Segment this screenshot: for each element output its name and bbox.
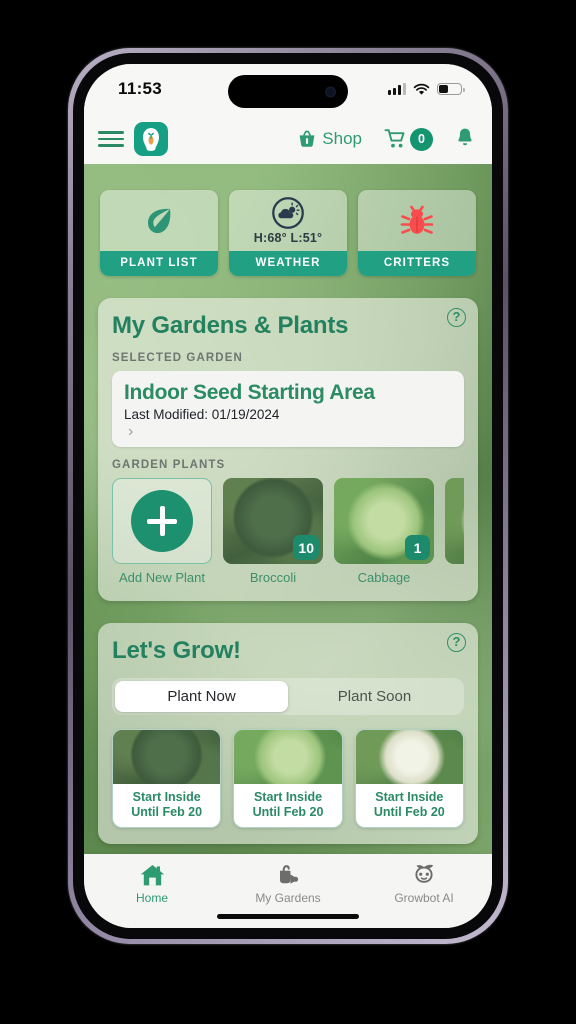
shopping-cart-icon — [384, 129, 405, 148]
chevron-right-icon: › — [128, 423, 134, 440]
robot-icon — [415, 864, 434, 883]
quick-action-weather[interactable]: H:68° L:51° WEATHER — [229, 190, 347, 276]
grow-card-line2: Until Feb 20 — [131, 805, 203, 819]
gardens-help-icon[interactable]: ? — [447, 308, 466, 327]
tab-growbot-label: Growbot AI — [394, 891, 454, 905]
hamburger-menu-icon[interactable] — [98, 131, 124, 147]
home-icon — [140, 865, 164, 886]
lets-grow-panel: ? Let's Grow! Plant Now Plant Soon Start… — [98, 623, 478, 844]
plant-timing-segmented-control[interactable]: Plant Now Plant Soon — [112, 678, 464, 715]
cart-count-badge: 0 — [410, 127, 433, 151]
status-indicators — [388, 82, 465, 96]
seedling-logo-icon[interactable] — [134, 122, 168, 156]
tab-home-label: Home — [135, 891, 168, 905]
plant-list-icon-area — [100, 190, 218, 251]
tab-home[interactable]: Home — [84, 863, 220, 905]
weather-temp-value: H:68° L:51° — [253, 231, 323, 245]
plant-count-badge: 10 — [293, 535, 319, 560]
plant-thumb-broccoli: 10 — [223, 478, 323, 564]
tab-plant-now[interactable]: Plant Now — [115, 681, 288, 712]
add-new-plant-item[interactable]: Add New Plant — [112, 478, 212, 585]
screenshot-stage: 11:53 Shop 0 PLANT LIST H:68° L:51° WEAT… — [0, 0, 576, 1024]
home-content: PLANT LIST H:68° L:51° WEATHER CRITTERS … — [84, 164, 492, 928]
quick-action-plant-list[interactable]: PLANT LIST — [100, 190, 218, 276]
grow-card-cabbage[interactable]: Start Inside Until Feb 20 — [233, 729, 343, 828]
quick-action-critters[interactable]: CRITTERS — [358, 190, 476, 276]
grow-card-image — [113, 730, 221, 784]
add-plant-label: Add New Plant — [119, 570, 205, 585]
critters-icon-area — [358, 190, 476, 251]
garden-last-modified: Last Modified: 01/19/2024 — [124, 407, 280, 422]
plant-count-badge: 1 — [405, 535, 430, 560]
my-gardens-panel: ? My Gardens & Plants SELECTED GARDEN In… — [98, 298, 478, 601]
garden-name: Indoor Seed Starting Area — [124, 381, 375, 404]
critters-label: CRITTERS — [358, 251, 476, 276]
lets-grow-help-icon[interactable]: ? — [447, 633, 466, 652]
grow-card-image — [234, 730, 342, 784]
bell-icon[interactable] — [456, 127, 474, 152]
grow-card-cauliflower[interactable]: Start Inside Until Feb 20 — [354, 729, 464, 828]
grow-card-broccoli[interactable]: Start Inside Until Feb 20 — [112, 729, 222, 828]
plant-item-broccoli[interactable]: 10 Broccoli — [223, 478, 323, 585]
tab-my-gardens-label: My Gardens — [255, 891, 321, 905]
watering-can-icon — [280, 865, 299, 884]
phone-screen: 11:53 Shop 0 PLANT LIST H:68° L:51° WEAT… — [84, 64, 492, 928]
plant-thumb-cabbage: 1 — [334, 478, 434, 564]
grow-card-text: Start Inside Until Feb 20 — [234, 784, 341, 827]
leaf-icon — [148, 208, 171, 233]
wifi-icon — [413, 83, 430, 95]
selected-garden-label: SELECTED GARDEN — [112, 352, 243, 364]
garden-plants-row[interactable]: Add New Plant 10 Broccoli 1 Cabbage — [112, 478, 464, 585]
basket-icon — [299, 130, 315, 147]
weather-icon-area: H:68° L:51° — [229, 190, 347, 251]
bug-icon — [400, 205, 434, 234]
tab-my-gardens[interactable]: My Gardens — [220, 863, 356, 905]
phone-frame: 11:53 Shop 0 PLANT LIST H:68° L:51° WEAT… — [68, 48, 508, 944]
plant-list-label: PLANT LIST — [100, 251, 218, 276]
shop-label: Shop — [322, 129, 362, 148]
gardens-panel-title: My Gardens & Plants — [112, 312, 349, 339]
grow-card-text: Start Inside Until Feb 20 — [113, 784, 220, 827]
grow-card-line2: Until Feb 20 — [252, 805, 324, 819]
grow-card-text: Start Inside Until Feb 20 — [356, 784, 463, 827]
plant-label: Cabbage — [357, 570, 411, 585]
grow-card-line1: Start Inside — [132, 790, 201, 804]
plant-item-cabbage[interactable]: 1 Cabbage — [334, 478, 434, 585]
dynamic-island — [228, 75, 348, 108]
plant-label: Broccoli — [249, 570, 297, 585]
grow-card-line2: Until Feb 20 — [373, 805, 445, 819]
grow-card-image — [355, 730, 463, 784]
cellular-bars-icon — [388, 83, 406, 95]
lets-grow-cards-row: Start Inside Until Feb 20 Start Inside U… — [112, 729, 464, 828]
lets-grow-title: Let's Grow! — [112, 637, 241, 664]
weather-label: WEATHER — [229, 251, 347, 276]
add-plant-thumb — [112, 478, 212, 564]
tab-plant-soon[interactable]: Plant Soon — [288, 681, 461, 712]
shop-button[interactable]: Shop — [297, 129, 362, 149]
status-clock: 11:53 — [118, 79, 163, 98]
selected-garden-card[interactable]: Indoor Seed Starting Area Last Modified:… — [112, 371, 464, 447]
plant-label: C — [445, 570, 464, 585]
home-indicator — [217, 914, 359, 919]
garden-plants-label: GARDEN PLANTS — [112, 459, 226, 471]
cart-button[interactable]: 0 — [384, 127, 433, 151]
plant-thumb-cauliflower — [445, 478, 464, 564]
plant-item-cauliflower[interactable]: C — [445, 478, 464, 585]
quick-actions-row: PLANT LIST H:68° L:51° WEATHER CRITTERS — [84, 164, 492, 276]
app-header: Shop 0 — [84, 114, 492, 164]
tab-growbot-ai[interactable]: Growbot AI — [356, 863, 492, 905]
battery-low-icon — [437, 82, 465, 96]
sun-cloud-icon — [272, 197, 304, 229]
grow-card-line1: Start Inside — [253, 790, 323, 804]
phone-bezel: 11:53 Shop 0 PLANT LIST H:68° L:51° WEAT… — [73, 53, 503, 939]
grow-card-line1: Start Inside — [375, 790, 444, 804]
plus-icon — [131, 490, 193, 552]
